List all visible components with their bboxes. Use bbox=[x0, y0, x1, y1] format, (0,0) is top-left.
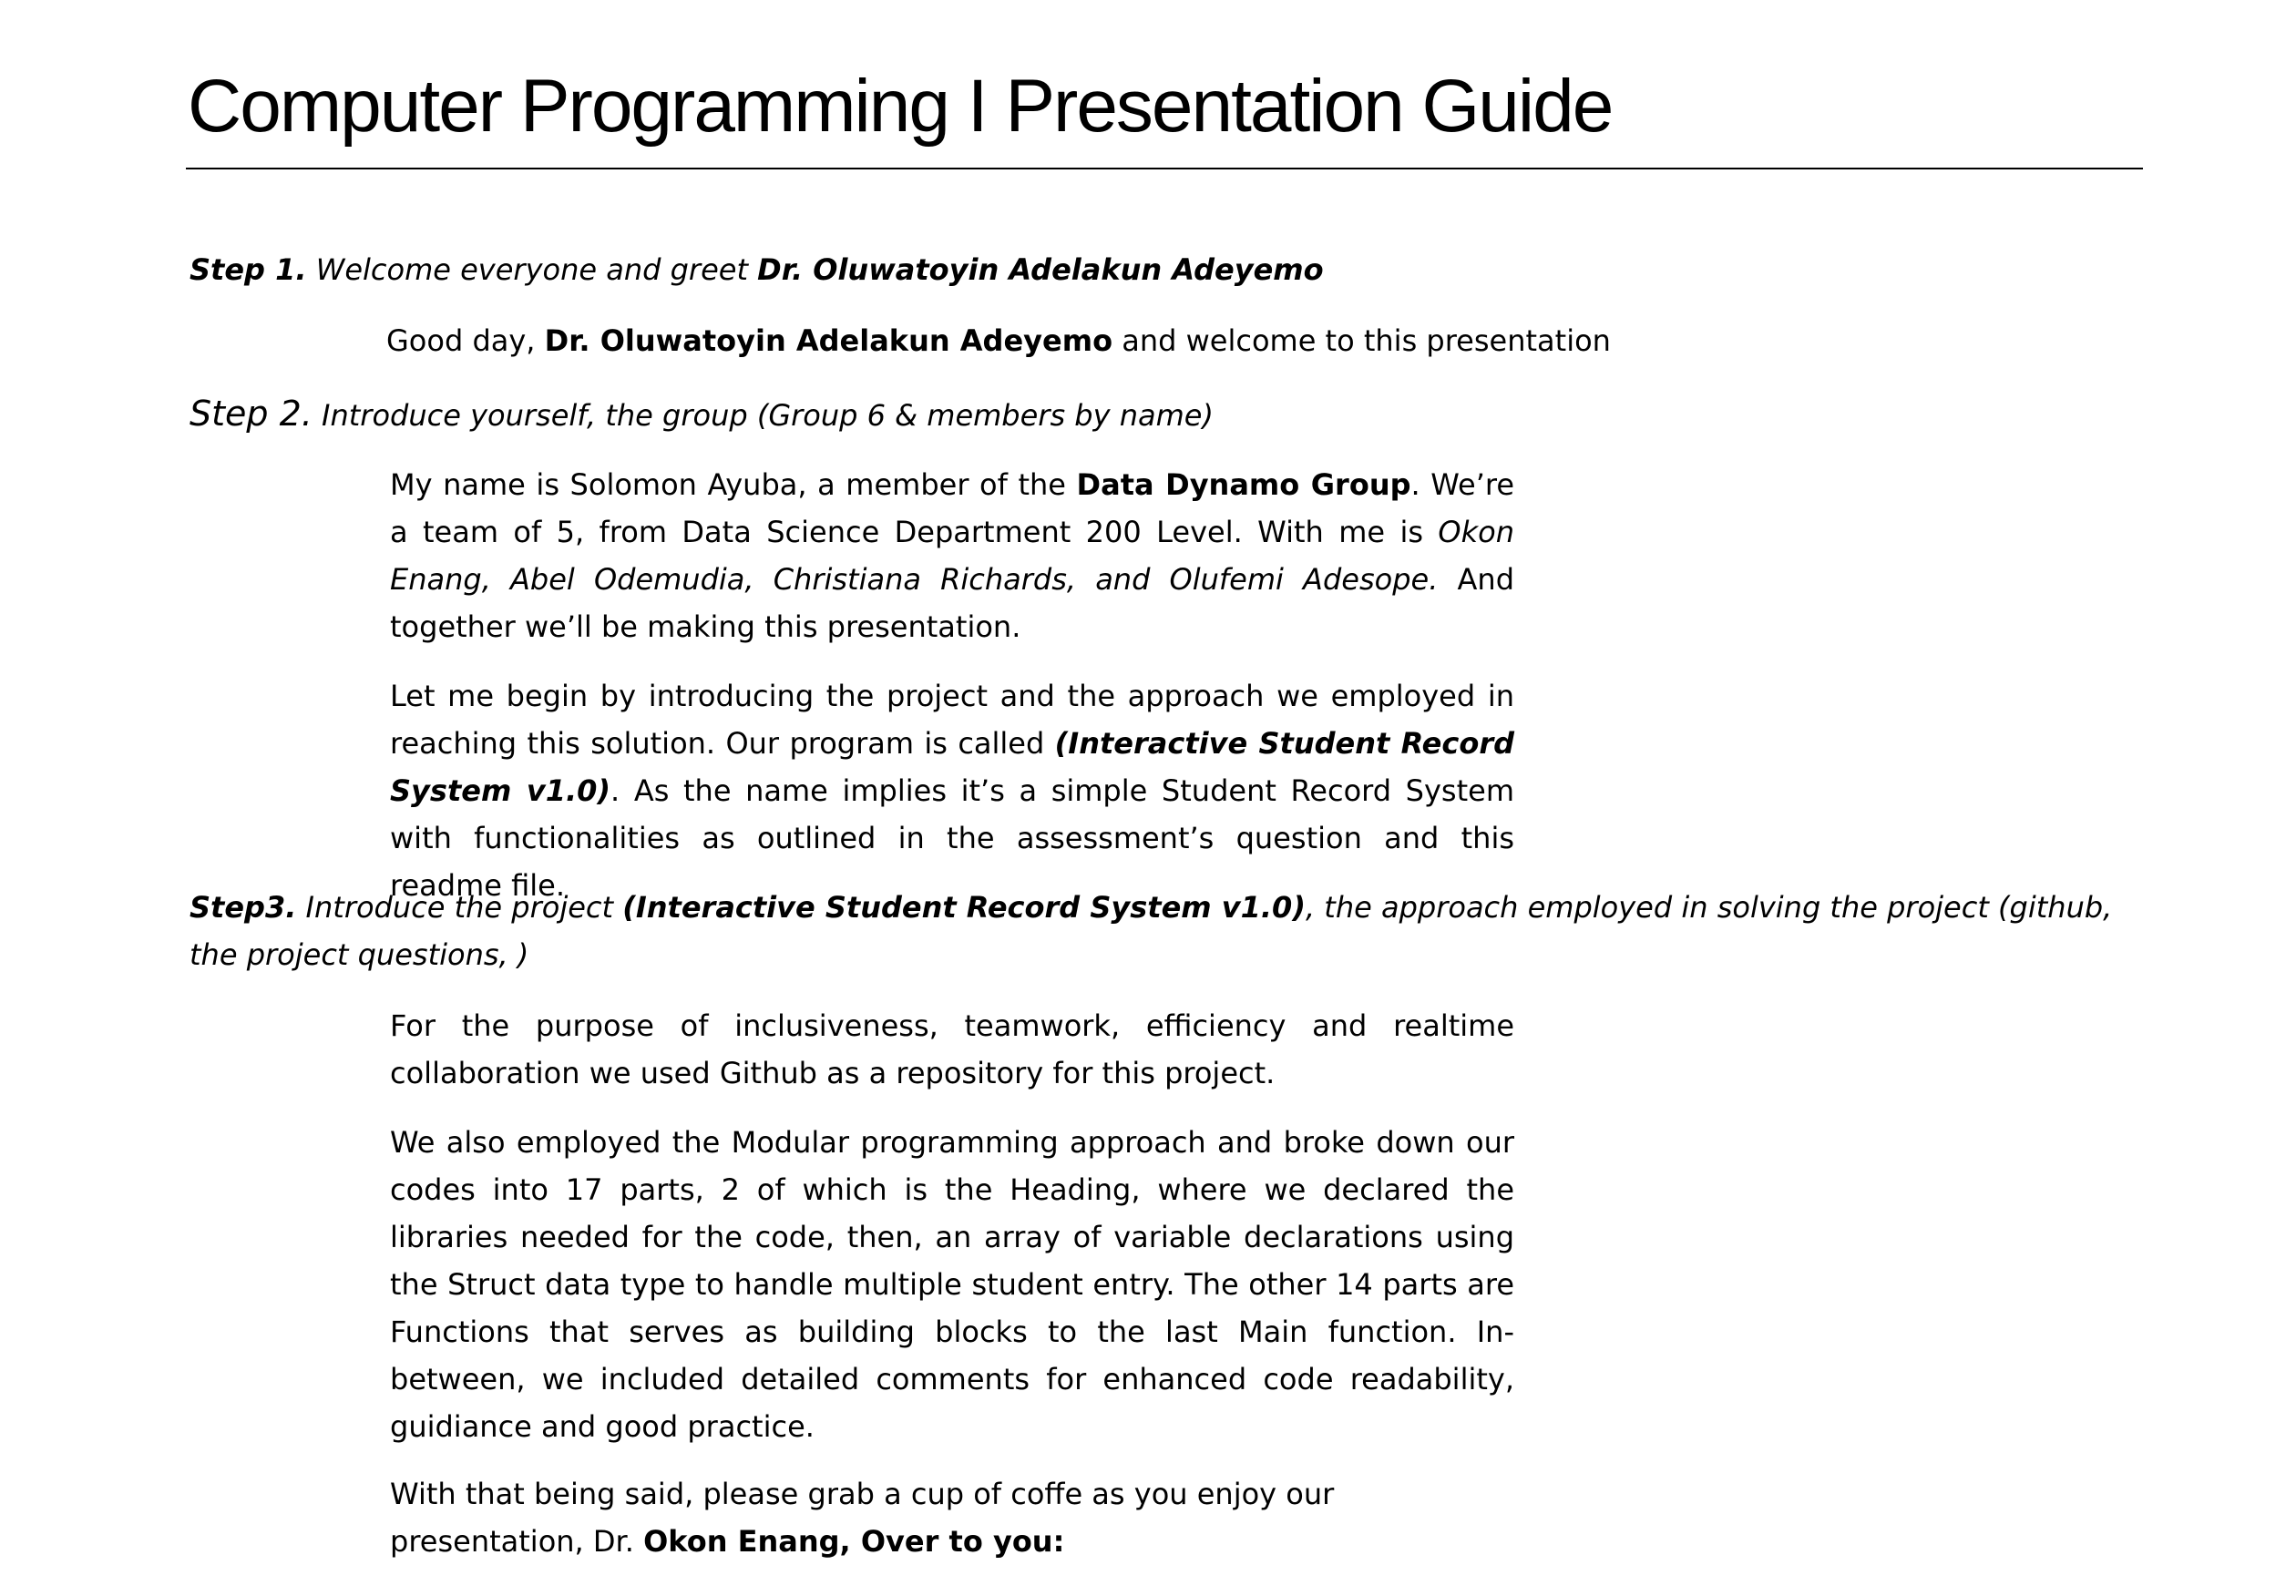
closing-paragraph: With that being said, please grab a cup … bbox=[390, 1470, 1514, 1565]
intro-pre: My name is Solomon Ayuba, a member of th… bbox=[390, 467, 1077, 502]
step-3-heading: Step3. Introduce the project (Interactiv… bbox=[190, 884, 2148, 978]
step-3-label: Step3. bbox=[190, 890, 297, 925]
github-paragraph: For the purpose of inclusiveness, teamwo… bbox=[390, 1008, 1514, 1090]
handoff-text: Okon Enang, Over to you: bbox=[643, 1524, 1065, 1559]
step-3-program: (Interactive Student Record System v1.0) bbox=[622, 890, 1306, 925]
step-2-heading: Step 2. Introduce yourself, the group (G… bbox=[190, 390, 1214, 439]
greeting-name: Dr. Oluwatoyin Adelakun Adeyemo bbox=[544, 323, 1113, 358]
step-1-name: Dr. Oluwatoyin Adelakun Adeyemo bbox=[757, 252, 1324, 287]
step-1-label: Step 1. bbox=[190, 252, 307, 287]
document-page: Computer Programming I Presentation Guid… bbox=[0, 0, 2296, 1596]
step-1-text: Welcome everyone and greet bbox=[306, 252, 758, 287]
intro-paragraph: My name is Solomon Ayuba, a member of th… bbox=[390, 461, 1514, 650]
greeting-post: and welcome to this presentation bbox=[1112, 323, 1611, 358]
step-2-text: Introduce yourself, the group (Group 6 &… bbox=[312, 398, 1214, 433]
step-2-label: Step 2. bbox=[190, 394, 313, 434]
greeting-pre: Good day, bbox=[386, 323, 545, 358]
page-title: Computer Programming I Presentation Guid… bbox=[188, 65, 1614, 148]
group-name: Data Dynamo Group bbox=[1076, 467, 1411, 502]
step-1-heading: Step 1. Welcome everyone and greet Dr. O… bbox=[190, 246, 1324, 293]
project-intro-paragraph: Let me begin by introducing the project … bbox=[390, 672, 1514, 909]
step-3-pre: Introduce the project bbox=[296, 890, 623, 925]
title-underline bbox=[186, 168, 2143, 169]
modular-paragraph: We also employed the Modular programming… bbox=[390, 1125, 1514, 1444]
greeting-line: Good day, Dr. Oluwatoyin Adelakun Adeyem… bbox=[386, 317, 1611, 364]
